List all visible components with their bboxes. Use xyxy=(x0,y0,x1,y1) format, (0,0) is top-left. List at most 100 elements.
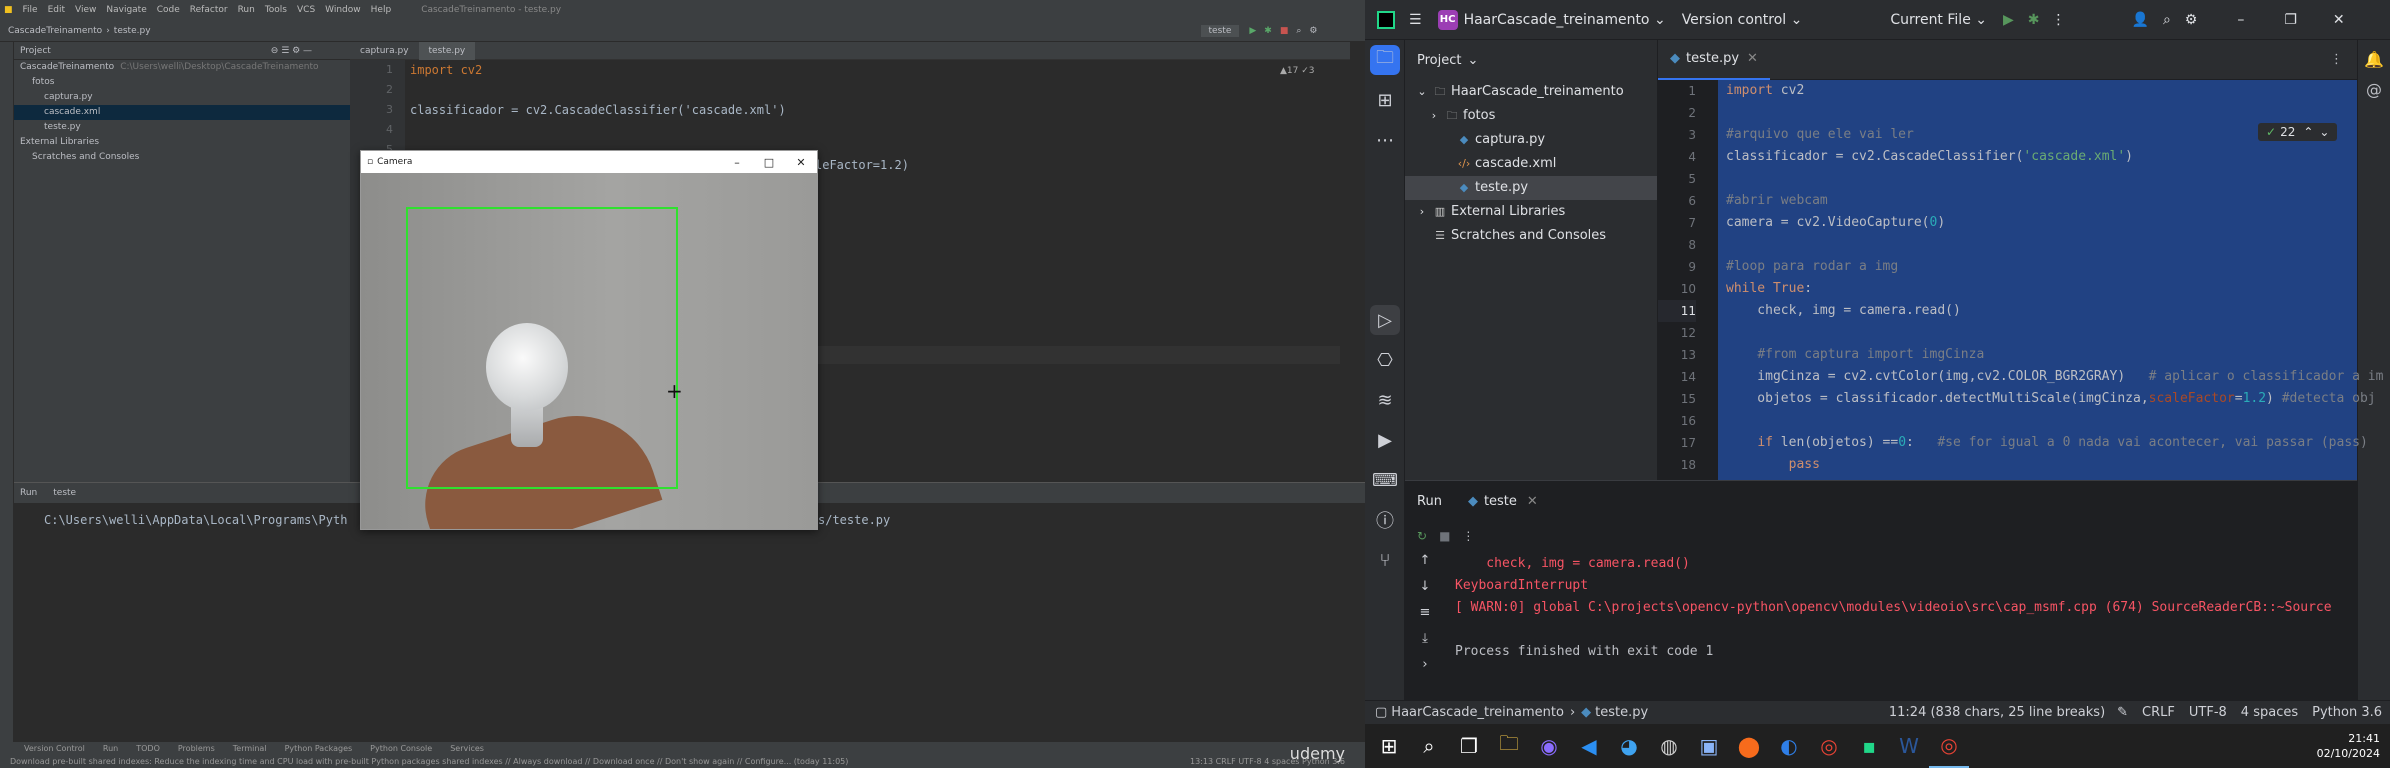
tool-tab-python-packages[interactable]: Python Packages xyxy=(285,744,353,753)
status-message[interactable]: Download pre-built shared indexes: Reduc… xyxy=(10,757,848,766)
menu-file[interactable]: File xyxy=(23,5,38,15)
left-tree-item[interactable]: fotos xyxy=(14,75,350,90)
line-separator[interactable]: CRLF xyxy=(2142,705,2175,720)
messenger-icon[interactable]: ◕ xyxy=(1609,724,1649,768)
more-options-icon[interactable]: ⋮ xyxy=(1462,529,1474,543)
run-config-select[interactable]: teste xyxy=(1200,24,1240,37)
search-icon[interactable]: ⌕ xyxy=(2163,12,2171,28)
menu-run[interactable]: Run xyxy=(238,5,255,15)
git-icon[interactable]: ⑂ xyxy=(1365,540,1405,580)
tree-item[interactable]: ‹/› cascade.xml xyxy=(1405,152,1657,176)
tool-icon[interactable]: ⬤ xyxy=(1729,724,1769,768)
word-icon[interactable]: W xyxy=(1889,724,1929,768)
menu-vcs[interactable]: VCS xyxy=(297,5,315,15)
layers-icon[interactable]: ≋ xyxy=(1365,380,1405,420)
project-label[interactable]: Project xyxy=(20,46,51,56)
left-tree-item[interactable]: CascadeTreinamento C:\Users\welli\Desktop… xyxy=(14,60,350,75)
taskbar-clock[interactable]: 21:41 02/10/2024 xyxy=(2317,731,2380,761)
tab-teste-py[interactable]: ◆ teste.py ✕ xyxy=(1658,40,1770,80)
close-icon[interactable]: ✕ xyxy=(785,156,817,169)
tree-item[interactable]: › 🗀 fotos xyxy=(1405,104,1657,128)
tree-item[interactable]: ◆ captura.py xyxy=(1405,128,1657,152)
run-icon[interactable]: ▶ xyxy=(1249,26,1256,36)
left-tree-item[interactable]: Scratches and Consoles xyxy=(14,150,350,165)
status-crumb-project[interactable]: HaarCascade_treinamento xyxy=(1391,705,1564,720)
left-tree-item[interactable]: captura.py xyxy=(14,90,350,105)
restore-icon[interactable]: ❐ xyxy=(2284,12,2297,28)
indent-setting[interactable]: 4 spaces xyxy=(2241,705,2298,720)
settings-icon[interactable]: ⚙ xyxy=(2185,12,2198,28)
task-view-icon[interactable]: ❐ xyxy=(1449,724,1489,768)
left-code[interactable]: import cv2 classificador = cv2.CascadeCl… xyxy=(410,60,786,120)
minimize-icon[interactable]: – xyxy=(721,156,753,169)
app-icon[interactable]: ▣ xyxy=(1689,724,1729,768)
soft-wrap-icon[interactable]: ≡ xyxy=(1405,605,1445,631)
vscode-icon[interactable]: ◀ xyxy=(1569,724,1609,768)
left-tree-item[interactable]: cascade.xml xyxy=(14,105,350,120)
menu-edit[interactable]: Edit xyxy=(48,5,65,15)
expand-icon[interactable]: › xyxy=(1405,657,1445,683)
status-crumb-file[interactable]: teste.py xyxy=(1595,705,1648,720)
project-panel-title[interactable]: Project xyxy=(1417,53,1461,68)
stop-icon[interactable]: ■ xyxy=(1280,26,1289,36)
main-menu-icon[interactable]: ☰ xyxy=(1409,12,1422,28)
rerun-icon[interactable]: ↻ xyxy=(1417,529,1427,543)
chevron-icon[interactable]: › xyxy=(1415,200,1429,224)
menu-help[interactable]: Help xyxy=(371,5,392,15)
tab-captura[interactable]: captura.py xyxy=(350,42,419,60)
search-icon[interactable]: ⌕ xyxy=(1296,26,1301,36)
menu-navigate[interactable]: Navigate xyxy=(106,5,146,15)
left-tree-item[interactable]: External Libraries xyxy=(14,135,350,150)
run-tab[interactable]: teste xyxy=(1484,494,1517,509)
structure-tool-icon[interactable]: ⊞ xyxy=(1365,80,1405,120)
menu-code[interactable]: Code xyxy=(157,5,180,15)
tool-tab-python-console[interactable]: Python Console xyxy=(370,744,432,753)
cursor-position[interactable]: 11:24 (838 chars, 25 line breaks) xyxy=(1889,705,2105,720)
tool-tab-version-control[interactable]: Version Control xyxy=(24,744,85,753)
chevron-icon[interactable]: ⌄ xyxy=(1415,80,1429,104)
minimize-icon[interactable]: – xyxy=(2237,12,2244,28)
chrome-icon[interactable]: ◎ xyxy=(1809,724,1849,768)
stop-icon[interactable]: ■ xyxy=(1439,529,1450,543)
terminal-icon[interactable]: ⌨ xyxy=(1365,460,1405,500)
more-tools-icon[interactable]: ⋯ xyxy=(1365,120,1405,160)
project-tool-icon[interactable]: 🗀 xyxy=(1370,45,1400,75)
left-tree-item[interactable]: teste.py xyxy=(14,120,350,135)
scroll-to-end-icon[interactable]: ⤓ xyxy=(1405,631,1445,657)
tab-teste[interactable]: teste.py xyxy=(418,41,476,60)
interpreter[interactable]: Python 3.6 xyxy=(2312,705,2382,720)
python-packages-icon[interactable]: ⎔ xyxy=(1365,340,1405,380)
tool-tab-services[interactable]: Services xyxy=(450,744,484,753)
file-encoding[interactable]: UTF-8 xyxy=(2189,705,2227,720)
windows-start-icon[interactable]: ⊞ xyxy=(1369,724,1409,768)
run-output[interactable]: check, img = camera.read() KeyboardInter… xyxy=(1455,553,2332,663)
close-icon[interactable]: ✕ xyxy=(2333,12,2345,28)
breadcrumb-project[interactable]: CascadeTreinamento xyxy=(8,26,102,36)
maximize-icon[interactable]: □ xyxy=(753,156,785,169)
chevron-icon[interactable]: › xyxy=(1427,104,1441,128)
tool-tab-terminal[interactable]: Terminal xyxy=(233,744,267,753)
run-title[interactable]: Run xyxy=(1417,494,1442,509)
camera-titlebar[interactable]: ▫ Camera – □ ✕ xyxy=(361,151,817,173)
run-icon[interactable]: ▶ xyxy=(2003,12,2014,28)
readonly-icon[interactable]: ✎ xyxy=(2117,705,2128,720)
tree-item[interactable]: ◆ teste.py xyxy=(1405,176,1657,200)
more-actions-icon[interactable]: ⋮ xyxy=(2052,12,2066,28)
settings-icon[interactable]: ⚙ xyxy=(1309,26,1317,36)
project-switcher[interactable]: HaarCascade_treinamento ⌄ xyxy=(1464,12,1666,28)
inspection-widget[interactable]: ✓ 22 ⌃ ⌄ xyxy=(2258,123,2338,141)
more-tabs-icon[interactable]: ⋮ xyxy=(2330,52,2343,67)
tool-tab-todo[interactable]: TODO xyxy=(136,744,160,753)
chevron-down-icon[interactable]: ⌄ xyxy=(1467,53,1478,68)
camera-window[interactable]: ▫ Camera – □ ✕ + xyxy=(360,150,818,530)
media-player-icon[interactable]: ◍ xyxy=(1649,724,1689,768)
notifications-icon[interactable]: 🔔 xyxy=(2358,40,2390,80)
chrome-icon[interactable]: ◎ xyxy=(1929,724,1969,768)
run-target-select[interactable]: Current File ⌄ xyxy=(1890,12,1987,28)
debug-icon[interactable]: ✱ xyxy=(1264,26,1272,36)
menu-view[interactable]: View xyxy=(75,5,96,15)
collapse-icon[interactable]: ⊖ ☰ ⚙ — xyxy=(271,46,312,56)
run-tab[interactable]: teste xyxy=(53,488,76,498)
tree-item[interactable]: ☰ Scratches and Consoles xyxy=(1405,224,1657,248)
run-label[interactable]: Run xyxy=(20,488,37,498)
